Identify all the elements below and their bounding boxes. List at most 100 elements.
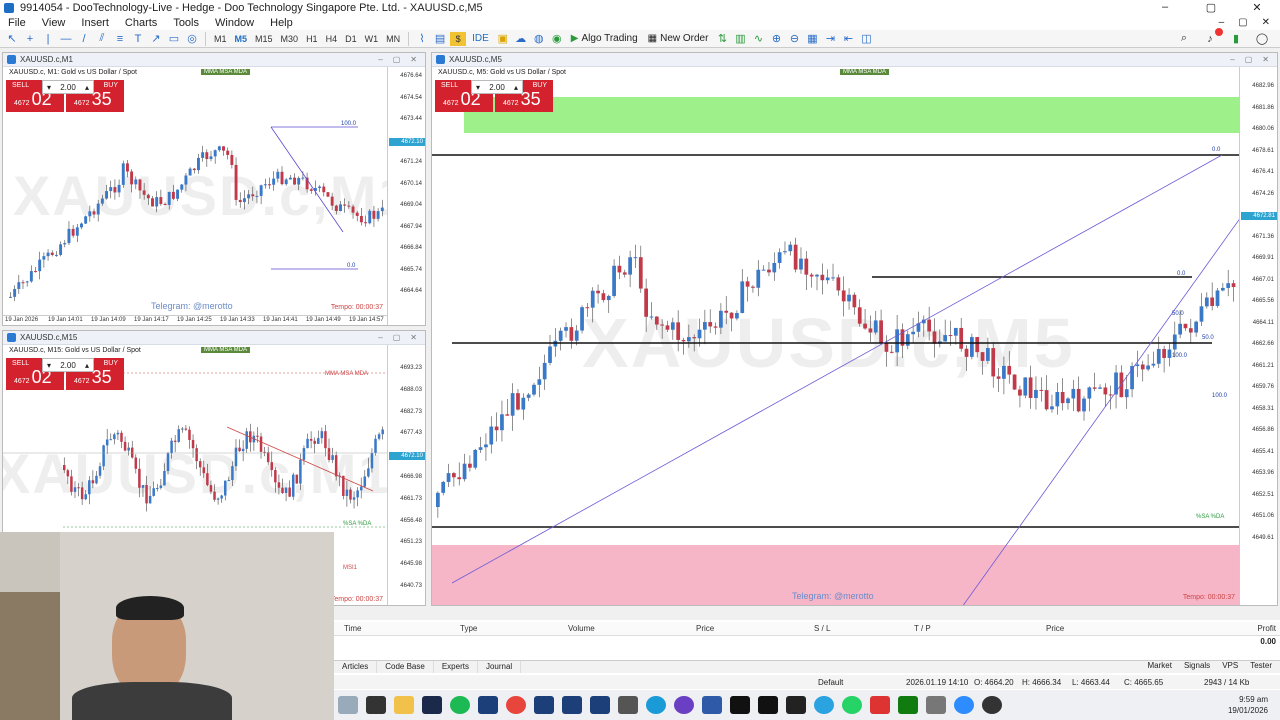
spotify-icon[interactable] [450,696,470,714]
tf-w1[interactable]: W1 [362,33,382,45]
cloud-icon[interactable]: ☁ [513,32,529,46]
chart-type-icon[interactable]: ⌇ [414,32,430,46]
whatsapp-icon[interactable] [842,696,862,714]
col-tp[interactable]: T / P [914,624,931,633]
app-icon-3[interactable] [730,696,750,714]
col-time[interactable]: Time [344,624,361,633]
grid-icon[interactable]: ▦ [804,32,820,46]
shapes-icon[interactable]: ▭ [166,32,182,46]
lot-down-icon[interactable]: ▾ [47,361,51,370]
tf-m30[interactable]: M30 [278,33,302,45]
zoom-in-icon[interactable]: ⊕ [768,32,784,46]
xbox-icon[interactable] [898,696,918,714]
app-icon-4[interactable] [786,696,806,714]
dollar-icon[interactable]: $ [450,31,467,46]
menu-view[interactable]: View [34,17,74,29]
mt5-icon-4[interactable] [590,696,610,714]
trendline-icon[interactable]: / [76,32,92,46]
edge-icon[interactable] [646,696,666,714]
lot-up-icon[interactable]: ▴ [514,83,518,92]
tab-signals[interactable]: Signals [1184,661,1210,673]
notifications-icon[interactable]: ♪ [1202,27,1223,46]
widgets-icon[interactable] [338,696,358,714]
crosshair-icon[interactable]: + [22,32,38,46]
fib-icon[interactable]: ≡ [112,32,128,46]
col-price2[interactable]: Price [1046,624,1064,633]
telegram-icon[interactable] [814,696,834,714]
lot-input[interactable]: ▾ 2.00 ▴ [42,358,94,372]
lot-up-icon[interactable]: ▴ [85,361,89,370]
menu-insert[interactable]: Insert [73,17,117,29]
explorer-icon[interactable] [394,696,414,714]
mdi-restore-button[interactable]: ▢ [1238,17,1247,28]
cycle-icon[interactable]: ◎ [184,32,200,46]
text-icon[interactable]: T [130,32,146,46]
menu-tools[interactable]: Tools [165,17,207,29]
tf-mn[interactable]: MN [383,33,403,45]
tab-experts[interactable]: Experts [434,661,478,673]
search-icon[interactable]: ⌕ [1176,32,1192,46]
zoom-icon[interactable] [954,696,974,714]
chart-m5-maximize[interactable]: ▢ [1245,55,1253,64]
tf-h1[interactable]: H1 [303,33,321,45]
chart-m15-close[interactable]: ✕ [410,333,417,342]
arrow-icon[interactable]: ↗ [148,32,164,46]
lot-up-icon[interactable]: ▴ [85,83,89,92]
maximize-button[interactable]: ▢ [1188,1,1234,14]
tf-m5[interactable]: M5 [232,33,251,45]
shift-icon[interactable]: ⇤ [840,32,856,46]
horizontal-line-icon[interactable]: — [58,32,74,46]
chart-m1-close[interactable]: ✕ [410,55,417,64]
new-order-button[interactable]: ▦ New Order [644,33,713,44]
lot-input[interactable]: ▾ 2.00 ▴ [42,80,94,94]
tab-tester[interactable]: Tester [1250,661,1272,673]
col-sl[interactable]: S / L [814,624,830,633]
tab-articles[interactable]: Articles [334,661,378,673]
taskbar-clock[interactable]: 9:59 am 19/01/2026 [1228,694,1280,716]
app-icon[interactable] [674,696,694,714]
app-icon-7[interactable] [982,696,1002,714]
templates-icon[interactable]: ▤ [432,32,448,46]
chart-window-m5[interactable]: XAUUSD.c,M5– ▢ ✕ XAUUSD.c,M5 XAUUSD.c, M5:… [431,52,1278,606]
lock-icon[interactable]: ▣ [495,32,511,46]
bars-icon[interactable]: ▥ [732,32,748,46]
cursor-icon[interactable]: ↖ [4,32,20,46]
lot-down-icon[interactable]: ▾ [47,83,51,92]
close-button[interactable]: ✕ [1234,1,1280,14]
lot-down-icon[interactable]: ▾ [476,83,480,92]
depth-icon[interactable]: ⇅ [714,32,730,46]
channel-icon[interactable]: ⫽ [94,32,110,46]
tf-d1[interactable]: D1 [342,33,360,45]
screenshot-icon[interactable]: ◫ [858,32,874,46]
col-price[interactable]: Price [696,624,714,633]
chart-m5-close[interactable]: ✕ [1262,55,1269,64]
mt5-icon-2[interactable] [534,696,554,714]
account-icon[interactable]: ◯ [1254,32,1270,46]
tf-h4[interactable]: H4 [323,33,341,45]
lot-input[interactable]: ▾ 2.00 ▴ [471,80,523,94]
col-type[interactable]: Type [460,624,477,633]
tab-market[interactable]: Market [1147,661,1171,673]
autoscroll-icon[interactable]: ⇥ [822,32,838,46]
col-profit[interactable]: Profit [1257,624,1276,633]
chart-m5-minimize[interactable]: – [1230,55,1234,64]
mdi-minimize-button[interactable]: – [1219,17,1225,28]
mt5-icon-3[interactable] [562,696,582,714]
menu-window[interactable]: Window [207,17,262,29]
vertical-line-icon[interactable]: | [40,32,56,46]
line-chart-icon[interactable]: ∿ [750,32,766,46]
calc-icon[interactable] [618,696,638,714]
taskview-icon[interactable] [366,696,386,714]
tf-m1[interactable]: M1 [211,33,230,45]
chart-m15-maximize[interactable]: ▢ [393,333,401,342]
menu-charts[interactable]: Charts [117,17,165,29]
col-volume[interactable]: Volume [568,624,595,633]
signal-icon[interactable]: ◍ [531,32,547,46]
tradingview-icon[interactable] [758,696,778,714]
ide-button[interactable]: IDE [468,33,493,44]
minimize-button[interactable]: – [1142,1,1188,14]
tf-m15[interactable]: M15 [252,33,276,45]
mt5-icon[interactable] [478,696,498,714]
chart-m15-minimize[interactable]: – [378,333,382,342]
chart-m1-maximize[interactable]: ▢ [393,55,401,64]
